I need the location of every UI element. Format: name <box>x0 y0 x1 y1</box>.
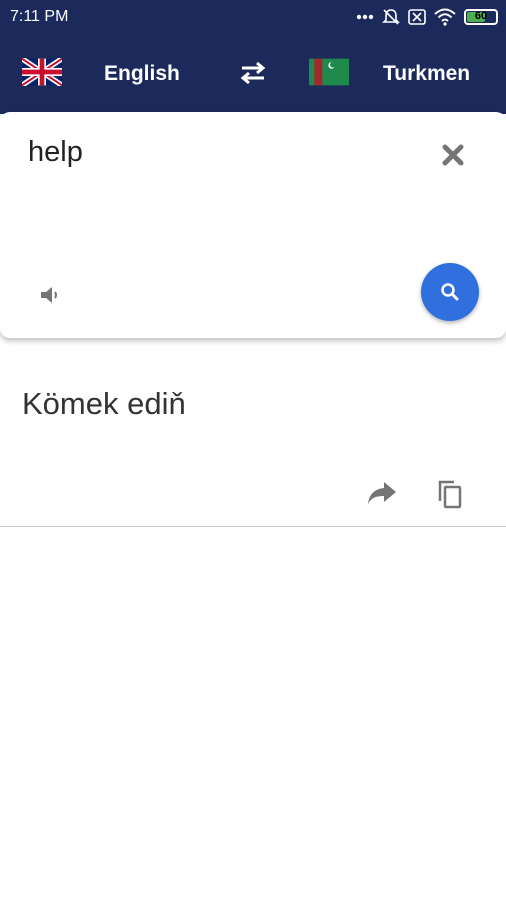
input-card: help <box>0 112 506 338</box>
input-text-field[interactable]: help <box>28 136 83 169</box>
status-time: 7:11 PM <box>10 8 69 25</box>
turkmenistan-flag-icon[interactable] <box>309 58 349 86</box>
divider <box>0 526 506 527</box>
more-dots-icon <box>356 14 374 20</box>
status-bar: 7:11 PM 60 <box>0 0 506 34</box>
swap-arrows-icon[interactable] <box>238 60 268 86</box>
translated-text: Kömek ediň <box>22 386 186 421</box>
target-language-button[interactable]: Turkmen <box>383 62 470 86</box>
uk-flag-icon[interactable] <box>22 58 62 86</box>
status-icons: 60 <box>356 6 498 28</box>
wifi-icon <box>434 8 456 26</box>
battery-level: 60 <box>474 10 488 22</box>
speaker-icon[interactable] <box>38 284 60 306</box>
mute-icon <box>382 9 400 25</box>
copy-icon[interactable] <box>436 479 464 509</box>
close-icon[interactable] <box>440 142 466 168</box>
sim-icon <box>408 9 426 25</box>
battery-icon: 60 <box>464 9 498 25</box>
source-language-button[interactable]: English <box>104 62 180 86</box>
app-bar: English Turkmen <box>0 34 506 114</box>
search-icon <box>441 283 459 301</box>
share-icon[interactable] <box>366 478 398 508</box>
search-button[interactable] <box>421 263 479 321</box>
